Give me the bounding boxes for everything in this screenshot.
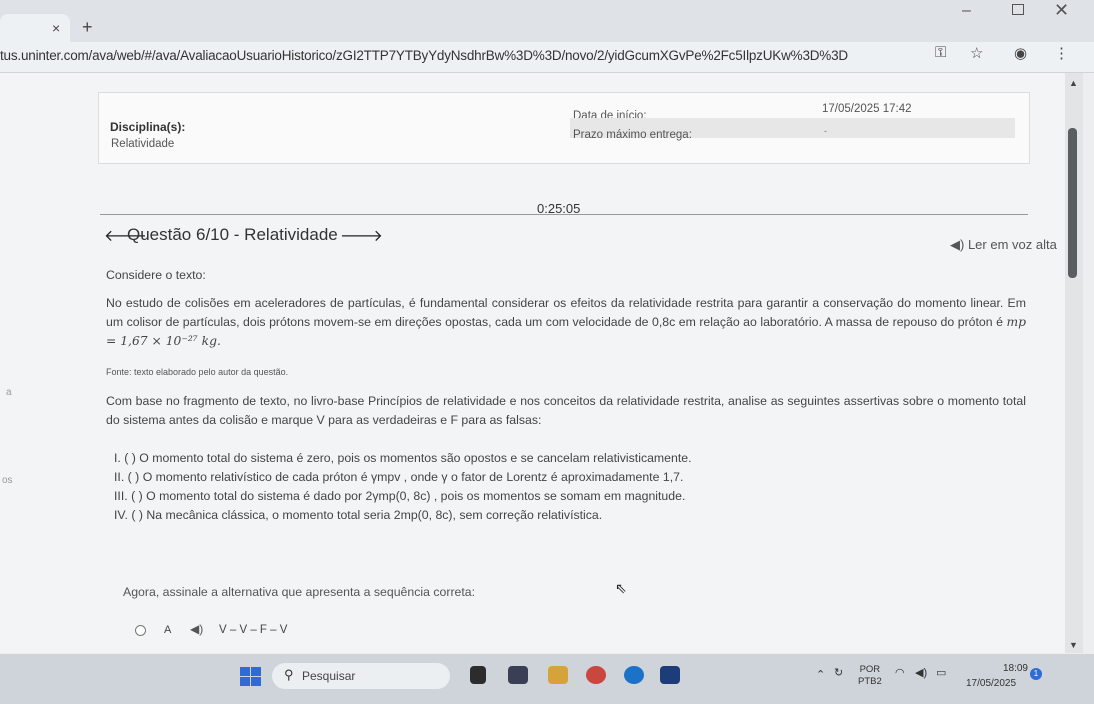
statement-2: II. ( ) O momento relativístico de cada … [114,470,684,484]
question-paragraph: No estudo de colisões em aceleradores de… [106,294,1026,351]
mouse-cursor-icon: ⇖ [615,580,627,596]
taskbar-search-box[interactable] [272,663,450,689]
lang-primary: POR [859,664,881,675]
scroll-up-icon[interactable]: ▲ [1069,78,1078,88]
edge-icon[interactable] [624,666,644,684]
url-text[interactable]: tus.uninter.com/ava/web/#/ava/AvaliacaoU… [0,48,848,63]
store-icon[interactable] [660,666,680,684]
input-language[interactable]: POR PTB2 [858,664,882,688]
meet-icon[interactable] [508,666,528,684]
battery-icon[interactable]: ▭ [936,666,946,679]
discipline-value: Relatividade [111,138,175,150]
discipline-label: Disciplina(s): [110,120,186,134]
side-fragment: a [6,387,12,398]
notification-badge[interactable]: 1 [1030,668,1042,680]
statement-3: III. ( ) O momento total do sistema é da… [114,489,686,503]
paragraph-text: No estudo de colisões em aceleradores de… [106,296,1026,329]
windows-start-icon[interactable] [240,667,262,687]
side-fragment: os [2,475,13,486]
bookmark-star-icon[interactable]: ☆ [970,44,983,62]
chrome-icon[interactable] [586,666,606,684]
deadline-value: - [824,126,827,136]
close-window-button[interactable]: ✕ [1054,0,1069,21]
task-view-icon[interactable] [470,666,486,684]
option-a-letter[interactable]: A [164,624,171,636]
option-a-speaker-icon[interactable]: ◀) [190,622,203,636]
deadline-label: Prazo máximo entrega: [573,129,692,141]
tab-bar [0,0,1094,42]
taskbar-search-label[interactable]: Pesquisar [302,669,355,683]
scroll-thumb[interactable] [1068,128,1077,278]
answer-prompt: Agora, assinale a alternativa que aprese… [123,585,476,599]
read-aloud-label: Ler em voz alta [967,237,1057,252]
question-instruction: Com base no fragmento de texto, no livro… [106,394,1026,427]
profile-icon[interactable]: ◉ [1014,44,1027,62]
tray-chevron-icon[interactable]: ⌃ [816,668,825,681]
maximize-button[interactable] [1012,4,1024,15]
taskbar [0,654,1094,704]
password-key-icon[interactable]: ⚿ [935,44,946,61]
search-icon: ⚲ [284,667,294,682]
next-question-arrow-icon[interactable]: 🡒 [340,225,383,246]
option-a-text[interactable]: V – V – F – V [219,624,287,636]
question-title: Questão 6/10 - Relatividade [127,225,338,244]
statement-1: I. ( ) O momento total do sistema é zero… [114,451,692,465]
lang-secondary: PTB2 [858,676,882,687]
menu-kebab-icon[interactable]: ⋮ [1054,44,1069,62]
clock-time[interactable]: 18:09 [990,663,1028,674]
sync-icon[interactable]: ↻ [834,666,843,679]
volume-icon[interactable]: ◀) [915,666,927,679]
tab-close-icon[interactable]: × [52,20,60,36]
new-tab-button[interactable]: + [82,17,93,38]
question-source: Fonte: texto elaborado pelo autor da que… [106,367,289,377]
wifi-icon[interactable]: ◠ [895,666,905,679]
file-explorer-icon[interactable] [548,666,568,684]
start-value: 17/05/2025 17:42 [822,103,912,115]
option-a-radio[interactable] [135,625,146,636]
speaker-icon: ◀) [950,237,965,252]
minimize-button[interactable]: – [962,2,971,20]
read-aloud-button[interactable]: ◀) Ler em voz alta [950,237,1057,253]
statement-4: IV. ( ) Na mecânica clássica, o momento … [114,508,603,522]
scroll-down-icon[interactable]: ▼ [1069,640,1078,650]
divider [100,214,1028,215]
question-intro: Considere o texto: [106,268,206,282]
clock-date[interactable]: 17/05/2025 [966,678,1016,689]
